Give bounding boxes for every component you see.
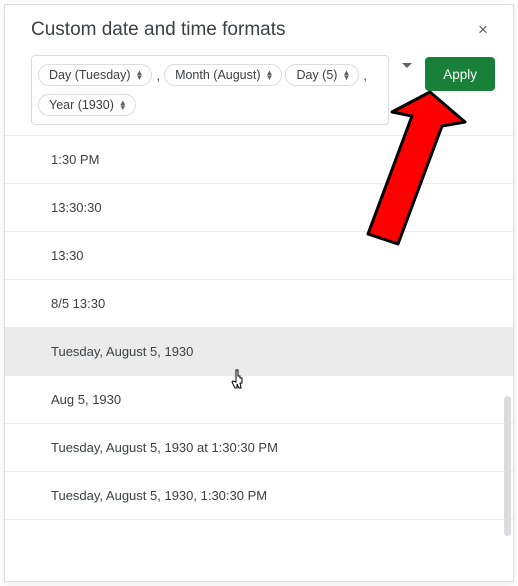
list-item[interactable]: Tuesday, August 5, 1930, 1:30:30 PM [5, 472, 513, 520]
token-label: Day (5) [296, 68, 337, 82]
add-token-dropdown[interactable] [397, 55, 417, 69]
token-label: Month (August) [175, 68, 260, 82]
stepper-icon: ▲▼ [266, 70, 274, 80]
separator-comma: , [362, 68, 368, 83]
custom-datetime-dialog: Custom date and time formats × Day (Tues… [4, 4, 514, 582]
format-presets-list[interactable]: 1:30 PM 13:30:30 13:30 8/5 13:30 Tuesday… [5, 135, 513, 581]
list-item[interactable]: 13:30 [5, 232, 513, 280]
list-item[interactable]: Tuesday, August 5, 1930 [5, 328, 513, 376]
chevron-down-icon [402, 63, 412, 69]
stepper-icon: ▲▼ [136, 70, 144, 80]
stepper-icon: ▲▼ [342, 70, 350, 80]
separator-comma: , [155, 68, 161, 83]
dialog-header: Custom date and time formats × [5, 5, 513, 51]
list-item[interactable]: 13:30:30 [5, 184, 513, 232]
token-month-name[interactable]: Month (August) ▲▼ [164, 64, 282, 86]
list-item[interactable]: Tuesday, August 5, 1930 at 1:30:30 PM [5, 424, 513, 472]
format-controls-row: Day (Tuesday) ▲▼ , Month (August) ▲▼ Day… [5, 51, 513, 135]
list-item[interactable]: Aug 5, 1930 [5, 376, 513, 424]
token-label: Day (Tuesday) [49, 68, 131, 82]
list-item[interactable]: 1:30 PM [5, 136, 513, 184]
token-day-number[interactable]: Day (5) ▲▼ [285, 64, 359, 86]
token-day-name[interactable]: Day (Tuesday) ▲▼ [38, 64, 152, 86]
format-tokens-input[interactable]: Day (Tuesday) ▲▼ , Month (August) ▲▼ Day… [31, 55, 389, 125]
close-button[interactable]: × [473, 20, 493, 40]
scrollbar-thumb[interactable] [504, 396, 511, 536]
token-year[interactable]: Year (1930) ▲▼ [38, 94, 136, 116]
stepper-icon: ▲▼ [119, 100, 127, 110]
list-item[interactable]: 8/5 13:30 [5, 280, 513, 328]
token-label: Year (1930) [49, 98, 114, 112]
apply-button[interactable]: Apply [425, 57, 495, 91]
dialog-title: Custom date and time formats [31, 19, 286, 41]
